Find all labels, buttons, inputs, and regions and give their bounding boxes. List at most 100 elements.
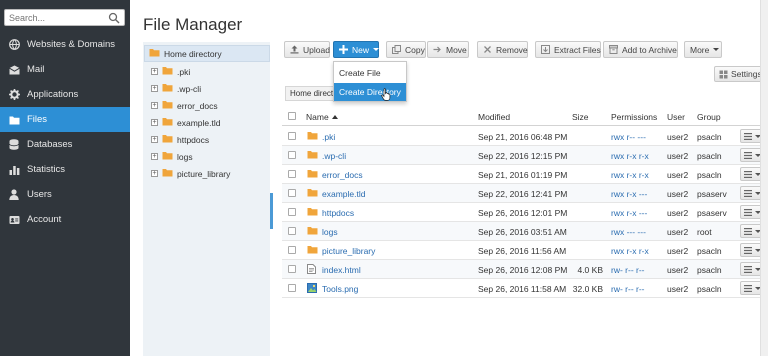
- create-directory-menu-item[interactable]: Create Directory: [334, 83, 406, 101]
- column-header-name[interactable]: Name: [306, 112, 338, 122]
- tree-item[interactable]: + httpdocs: [151, 131, 209, 148]
- account-icon: [8, 214, 20, 226]
- new-label: New: [352, 44, 370, 55]
- menu-icon: [743, 265, 752, 273]
- tree-item[interactable]: + .wp-cli: [151, 80, 201, 97]
- group-value: psacln: [697, 284, 722, 294]
- expand-icon[interactable]: +: [151, 170, 158, 177]
- table-row[interactable]: error_docs Sep 21, 2016 01:19 PM rwx r-x r…: [282, 165, 768, 184]
- folder-icon: [149, 48, 160, 59]
- column-header-permissions[interactable]: Permissions: [611, 112, 657, 122]
- permissions-link[interactable]: rwx r-x r-x: [611, 151, 649, 161]
- tree-resize-handle[interactable]: [270, 193, 273, 229]
- file-name-link[interactable]: example.tld: [322, 189, 365, 199]
- tree-item[interactable]: + picture_library: [151, 165, 230, 182]
- copy-icon: [392, 45, 401, 54]
- column-header-group[interactable]: Group: [697, 112, 721, 122]
- create-file-menu-item[interactable]: Create File: [334, 64, 406, 82]
- table-row[interactable]: picture_library Sep 26, 2016 11:56 AM rwx …: [282, 241, 768, 260]
- expand-icon[interactable]: +: [151, 102, 158, 109]
- row-checkbox[interactable]: [288, 170, 296, 178]
- expand-icon[interactable]: +: [151, 153, 158, 160]
- table-row[interactable]: .wp-cli Sep 22, 2016 12:15 PM rwx r-x r-x u…: [282, 146, 768, 165]
- breadcrumb[interactable]: Home directory: [285, 86, 335, 101]
- file-name-link[interactable]: httpdocs: [322, 208, 354, 218]
- row-checkbox[interactable]: [288, 246, 296, 254]
- column-header-user[interactable]: User: [667, 112, 685, 122]
- sidebar-item-files[interactable]: Files: [0, 107, 130, 132]
- file-name-link[interactable]: picture_library: [322, 246, 375, 256]
- permissions-link[interactable]: rwx r-x ---: [611, 189, 647, 199]
- file-name-link[interactable]: error_docs: [322, 170, 363, 180]
- select-all-checkbox[interactable]: [288, 112, 296, 120]
- sidebar-item-applications[interactable]: Applications: [0, 82, 130, 107]
- search-input[interactable]: [9, 12, 104, 24]
- expand-icon[interactable]: +: [151, 85, 158, 92]
- plesk-window: Websites & Domains Mail Applications Fil…: [0, 0, 768, 356]
- search-icon[interactable]: [108, 12, 120, 24]
- permissions-link[interactable]: rw- r-- r--: [611, 265, 645, 275]
- tree-item[interactable]: + logs: [151, 148, 193, 165]
- row-checkbox[interactable]: [288, 132, 296, 140]
- vertical-scrollbar[interactable]: [760, 0, 768, 356]
- more-button[interactable]: More: [684, 41, 722, 58]
- new-button[interactable]: New: [333, 41, 380, 58]
- row-checkbox[interactable]: [288, 208, 296, 216]
- permissions-link[interactable]: rwx r-x ---: [611, 208, 647, 218]
- settings-icon: [719, 70, 728, 79]
- file-name-link[interactable]: .wp-cli: [322, 151, 346, 161]
- tree-item-label: picture_library: [177, 168, 231, 179]
- settings-button[interactable]: Settings: [714, 66, 767, 82]
- row-checkbox[interactable]: [288, 227, 296, 235]
- remove-button[interactable]: Remove: [477, 41, 528, 58]
- table-row[interactable]: example.tld Sep 22, 2016 12:41 PM rwx r-x …: [282, 184, 768, 203]
- expand-icon[interactable]: +: [151, 68, 158, 75]
- table-row[interactable]: httpdocs Sep 26, 2016 12:01 PM rwx r-x ---…: [282, 203, 768, 222]
- tree-item[interactable]: + .pki: [151, 63, 190, 80]
- sidebar-item-account[interactable]: Account: [0, 207, 130, 232]
- extract-files-button[interactable]: Extract Files: [535, 41, 601, 58]
- expand-icon[interactable]: +: [151, 136, 158, 143]
- permissions-link[interactable]: rwx r-x r-x: [611, 246, 649, 256]
- permissions-link[interactable]: rwx --- ---: [611, 227, 646, 237]
- permissions-link[interactable]: rw- r-- r--: [611, 284, 645, 294]
- row-checkbox[interactable]: [288, 189, 296, 197]
- sidebar-item-databases[interactable]: Databases: [0, 132, 130, 157]
- sidebar-item-label: Websites & Domains: [27, 39, 115, 50]
- sidebar-item-statistics[interactable]: Statistics: [0, 157, 130, 182]
- sidebar-search-box[interactable]: [4, 9, 125, 26]
- row-checkbox[interactable]: [288, 151, 296, 159]
- modified-date: Sep 26, 2016 12:08 PM: [478, 265, 568, 275]
- permissions-link[interactable]: rwx r-- ---: [611, 132, 646, 142]
- row-checkbox[interactable]: [288, 265, 296, 273]
- file-name-link[interactable]: .pki: [322, 132, 335, 142]
- table-row[interactable]: logs Sep 26, 2016 03:51 AM rwx --- --- user…: [282, 222, 768, 241]
- table-row[interactable]: .pki Sep 21, 2016 06:48 PM rwx r-- --- user…: [282, 127, 768, 146]
- tree-item[interactable]: + error_docs: [151, 97, 218, 114]
- column-header-size[interactable]: Size: [572, 112, 589, 122]
- permissions-link[interactable]: rwx r-x r-x: [611, 170, 649, 180]
- move-button[interactable]: Move: [427, 41, 469, 58]
- settings-label: Settings: [731, 69, 762, 79]
- column-header-modified[interactable]: Modified: [478, 112, 510, 122]
- file-name-link[interactable]: logs: [322, 227, 338, 237]
- sidebar-item-label: Account: [27, 214, 62, 225]
- copy-button[interactable]: Copy: [386, 41, 426, 58]
- sidebar-item-users[interactable]: Users: [0, 182, 130, 207]
- folder-icon: [307, 207, 318, 218]
- sidebar-item-label: Files: [27, 114, 48, 125]
- folder-icon: [162, 168, 173, 179]
- sidebar-item-mail[interactable]: Mail: [0, 57, 130, 82]
- row-checkbox[interactable]: [288, 284, 296, 292]
- add-to-archive-button[interactable]: Add to Archive: [603, 41, 678, 58]
- menu-icon: [743, 227, 752, 235]
- sidebar-item-websites-domains[interactable]: Websites & Domains: [0, 32, 130, 57]
- file-name-link[interactable]: index.html: [322, 265, 361, 275]
- file-name-link[interactable]: Tools.png: [322, 284, 358, 294]
- tree-item-home-directory[interactable]: Home directory: [144, 45, 270, 62]
- table-row[interactable]: index.html Sep 26, 2016 12:08 PM 4.0 KB rw-…: [282, 260, 768, 279]
- table-row[interactable]: Tools.png Sep 26, 2016 11:58 AM 32.0 KB rw-…: [282, 279, 768, 298]
- upload-button[interactable]: Upload: [284, 41, 330, 58]
- tree-item[interactable]: + example.tld: [151, 114, 220, 131]
- expand-icon[interactable]: +: [151, 119, 158, 126]
